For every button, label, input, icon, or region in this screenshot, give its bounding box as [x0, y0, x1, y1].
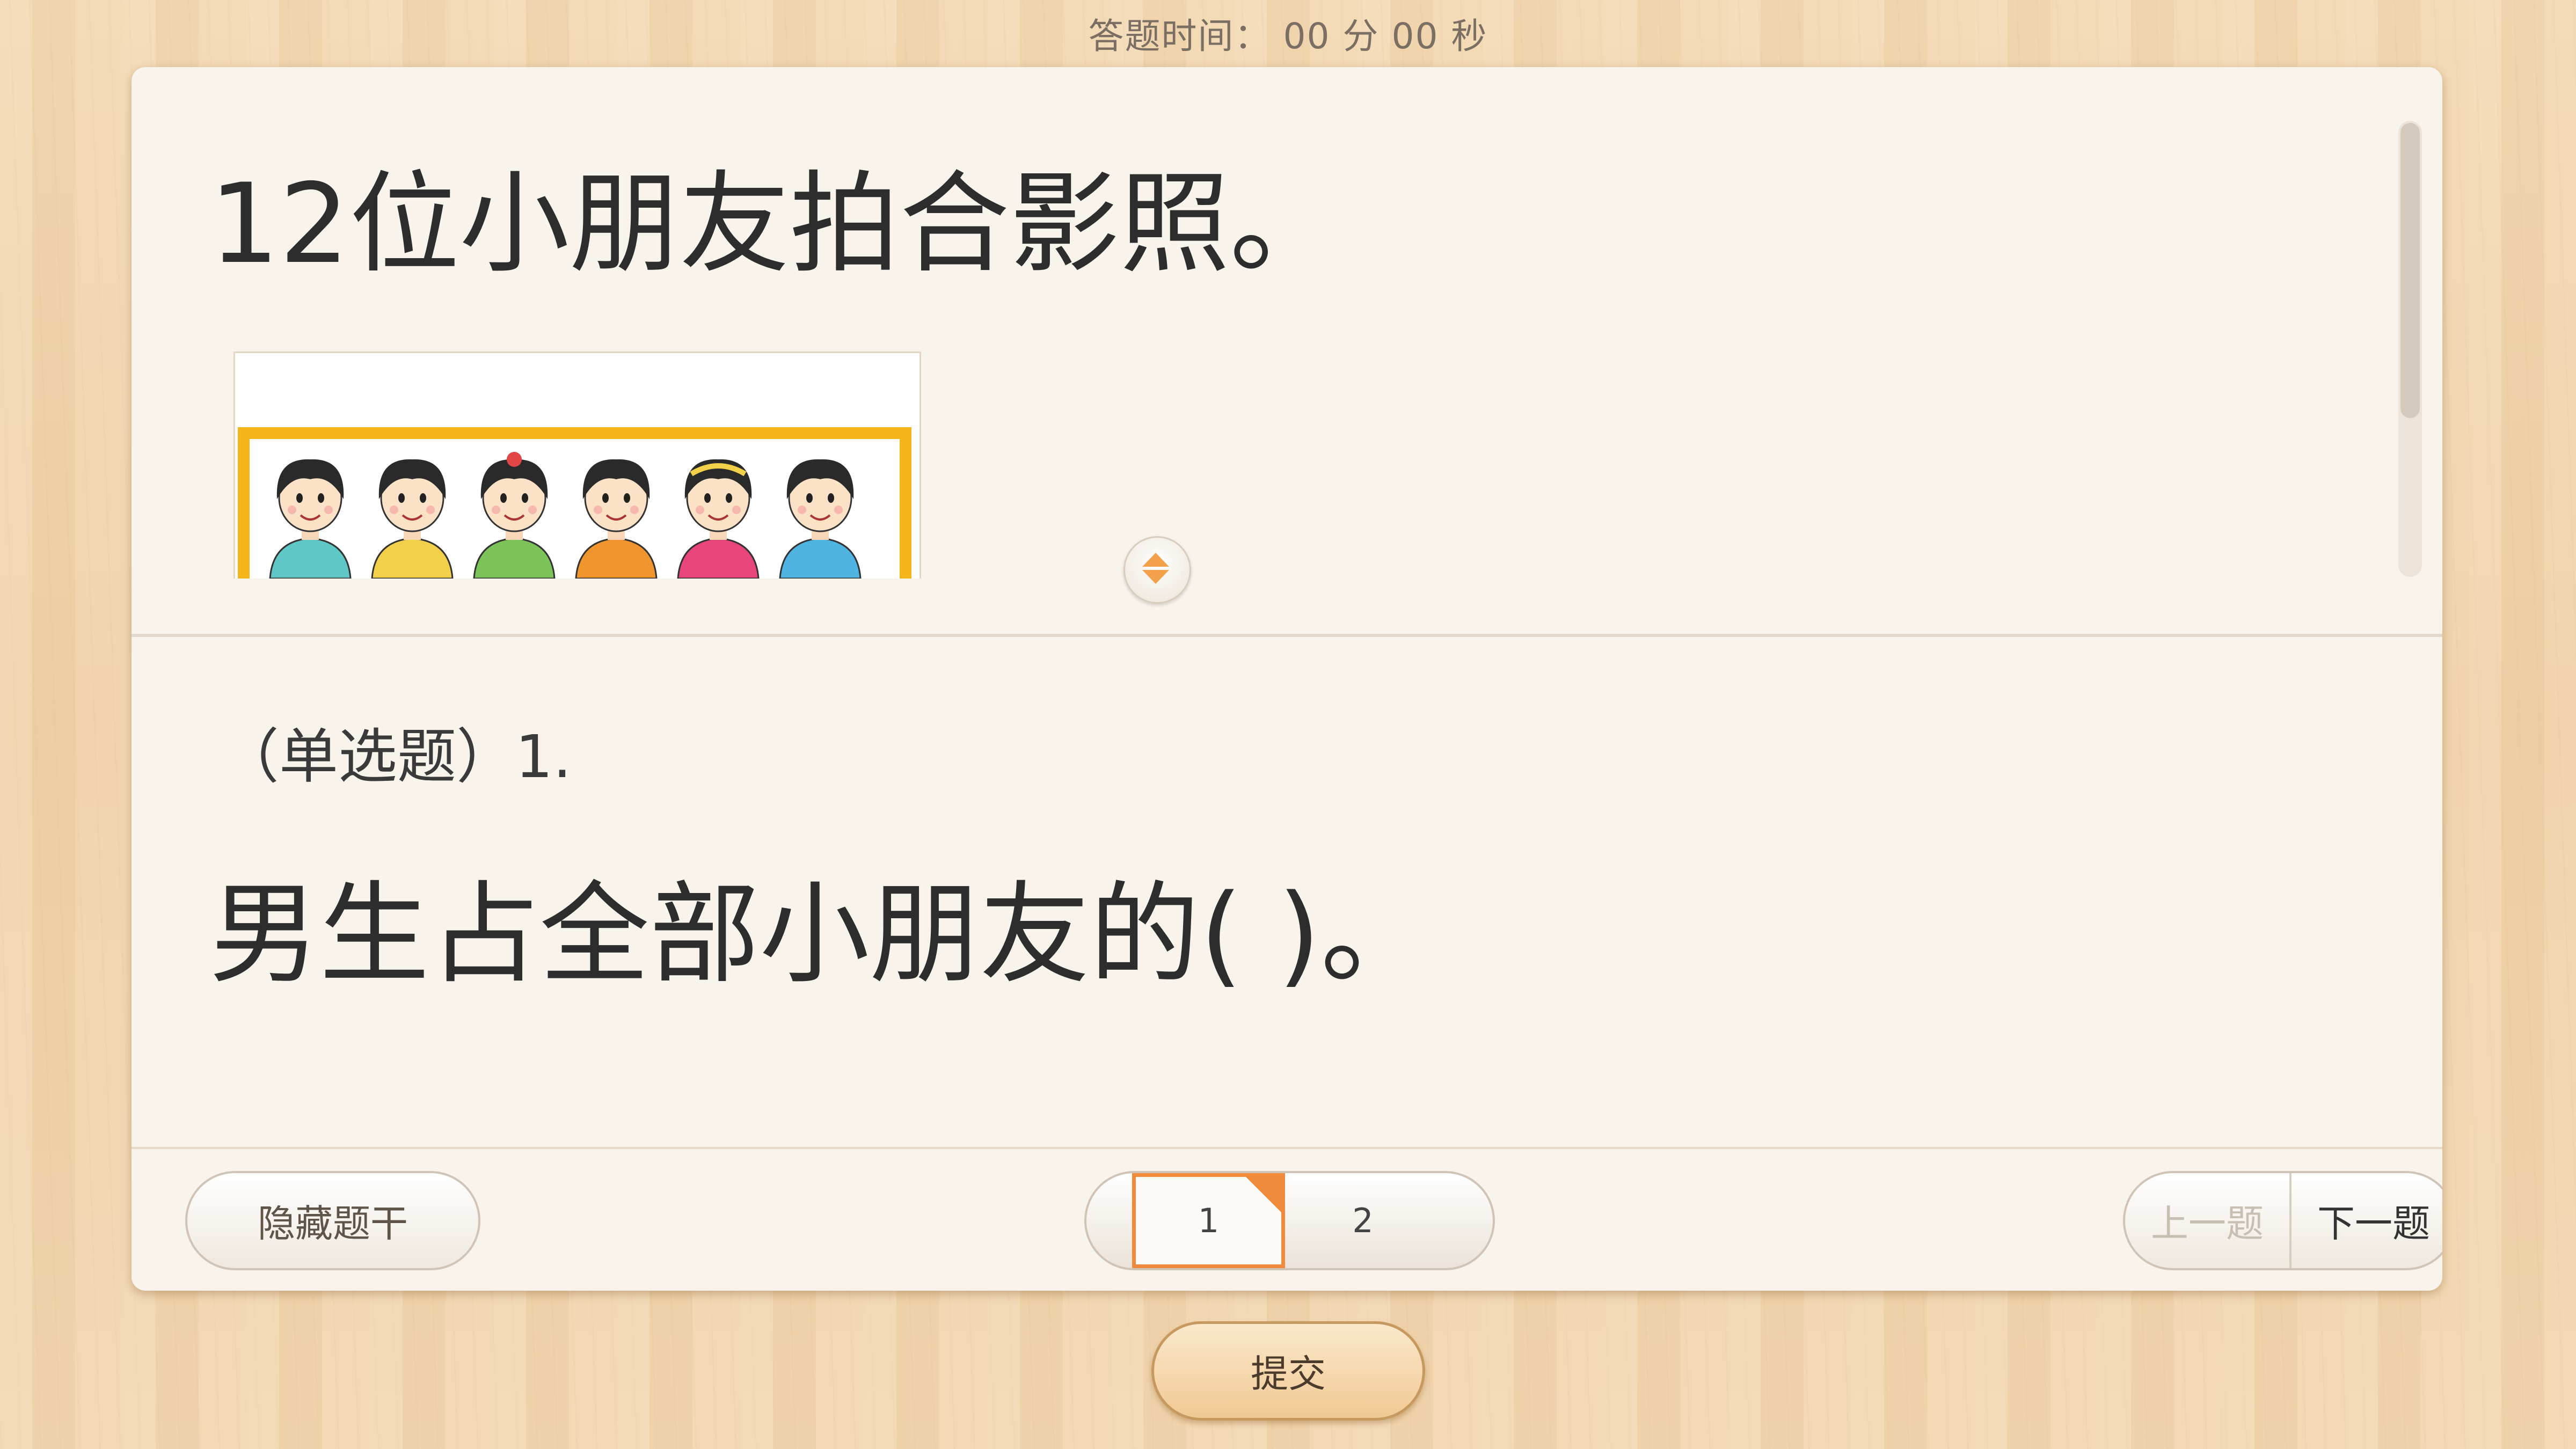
- split-arrows-icon: [1142, 553, 1169, 584]
- splitter-handle-icon[interactable]: [1123, 536, 1191, 604]
- page-button-2[interactable]: 2: [1285, 1173, 1441, 1268]
- page-button-1[interactable]: 1: [1132, 1173, 1285, 1268]
- footer-divider: [132, 1147, 2442, 1149]
- child-figure: [269, 459, 352, 579]
- stem-scrollbar[interactable]: [2398, 121, 2422, 577]
- scrollbar-thumb[interactable]: [2400, 123, 2420, 418]
- question-text: 男生占全部小朋友的( )。: [209, 871, 1431, 999]
- stem-title: 12位小朋友拍合影照。: [209, 160, 1340, 288]
- page-number-2: 2: [1352, 1201, 1374, 1240]
- child-figure: [473, 452, 556, 579]
- question-card: 12位小朋友拍合影照。 （单选题）1. 男生占全部小朋友的( )。 隐藏题干 1…: [132, 67, 2442, 1291]
- children-illustration: [269, 452, 862, 579]
- current-page-marker-icon: [1245, 1176, 1282, 1213]
- pane-splitter[interactable]: [132, 634, 2442, 637]
- question-nav: 上一题 下一题: [2123, 1171, 2442, 1270]
- question-pager: 1 2: [1084, 1171, 1495, 1270]
- group-photo-image: [233, 352, 921, 579]
- child-figure: [779, 459, 862, 579]
- page-number-1: 1: [1198, 1201, 1220, 1240]
- answer-timer: 答题时间： 00 分 00 秒: [1088, 16, 1488, 57]
- question-type-label: （单选题）1.: [220, 722, 572, 791]
- child-figure: [677, 459, 760, 579]
- hide-stem-button[interactable]: 隐藏题干: [185, 1171, 480, 1270]
- prev-question-button[interactable]: 上一题: [2125, 1173, 2292, 1268]
- child-figure: [575, 459, 658, 579]
- next-question-button[interactable]: 下一题: [2292, 1173, 2442, 1268]
- submit-button[interactable]: 提交: [1151, 1321, 1425, 1421]
- child-figure: [371, 459, 454, 579]
